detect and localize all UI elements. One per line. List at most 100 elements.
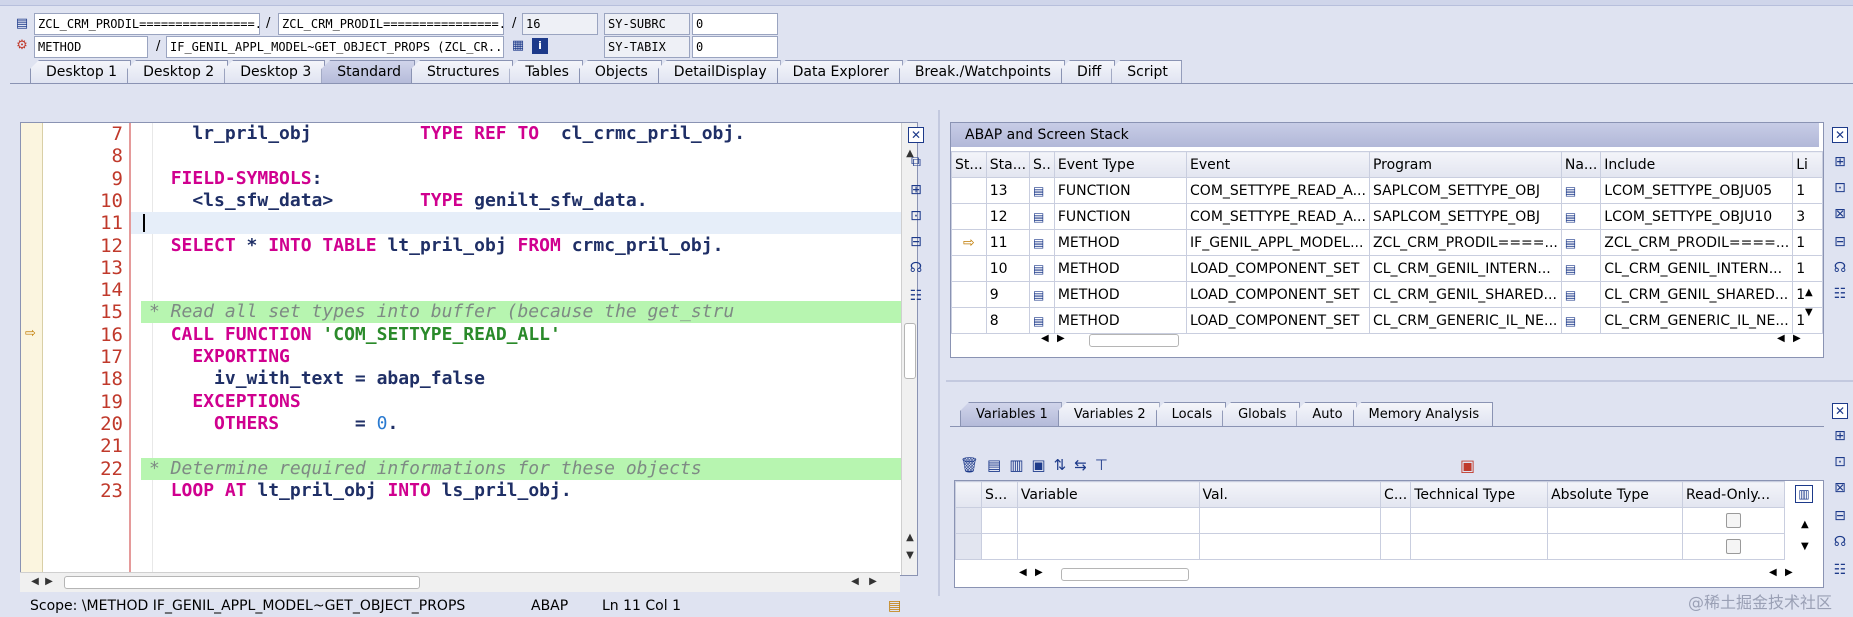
- sort-icon[interactable]: ⇅: [1054, 456, 1067, 474]
- maximize-icon[interactable]: ⊡: [1830, 178, 1850, 198]
- column-header[interactable]: Event Type: [1053, 151, 1188, 178]
- scroll-left-icon[interactable]: ◀: [1769, 567, 1777, 578]
- new-window-icon[interactable]: ⧉: [906, 152, 926, 172]
- column-header[interactable]: Program: [1368, 151, 1562, 178]
- tab-auto[interactable]: Auto: [1296, 402, 1357, 426]
- export-icon[interactable]: ▥: [1009, 456, 1023, 474]
- tab-data-explorer[interactable]: Data Explorer: [776, 60, 903, 84]
- tab-variables-1[interactable]: Variables 1: [960, 402, 1062, 426]
- split-icon[interactable]: ⊟: [1830, 232, 1850, 252]
- splitter[interactable]: [946, 380, 1853, 382]
- scroll-thumb[interactable]: [1061, 568, 1189, 581]
- table-row[interactable]: 8 ▤ METHOD LOAD_COMPONENT_SET CL_CRM_GENERIC…: [951, 307, 1823, 334]
- maximize-icon[interactable]: ⊡: [1830, 452, 1850, 472]
- tab-standard[interactable]: Standard: [321, 60, 415, 84]
- column-header[interactable]: Sta...: [985, 151, 1031, 178]
- scroll-right-icon[interactable]: ▶: [1793, 333, 1801, 344]
- scroll-up-icon[interactable]: ▲: [1805, 287, 1813, 298]
- scroll-left-icon[interactable]: ◀: [1041, 333, 1049, 344]
- code-editor[interactable]: 7 lr_pril_obj TYPE REF TO cl_crmc_pril_o…: [20, 122, 918, 576]
- scroll-left-icon[interactable]: ◀: [1777, 333, 1785, 344]
- scroll-right-icon[interactable]: ▶: [1057, 333, 1065, 344]
- column-header[interactable]: Technical Type: [1410, 481, 1549, 508]
- maximize-icon[interactable]: ⊡: [906, 206, 926, 226]
- column-header[interactable]: Val.: [1198, 481, 1382, 508]
- scroll-left-icon[interactable]: ◀: [848, 575, 862, 589]
- scroll-left-icon[interactable]: ◀: [28, 575, 42, 589]
- transfer-icon[interactable]: ⇆: [1074, 456, 1087, 474]
- tab-desktop-1[interactable]: Desktop 1: [30, 60, 132, 84]
- swap-icon[interactable]: ☊: [1830, 258, 1850, 278]
- table-row[interactable]: 13 ▤ FUNCTION COM_SETTYPE_READ_A... SAPLCOM_…: [951, 177, 1823, 204]
- filter-icon[interactable]: ⊤: [1095, 456, 1108, 474]
- scroll-left-icon[interactable]: ◀: [1019, 567, 1027, 578]
- tab-objects[interactable]: Objects: [578, 60, 662, 84]
- tab-memory-analysis[interactable]: Memory Analysis: [1352, 402, 1494, 426]
- tab-script[interactable]: Script: [1111, 60, 1182, 84]
- table-row[interactable]: ⇨ 11 ▤ METHOD IF_GENIL_APPL_MODEL... ZCL_CRM_…: [951, 229, 1823, 256]
- column-header[interactable]: St...: [951, 151, 987, 178]
- column-header[interactable]: Event: [1186, 151, 1370, 178]
- scroll-right-icon[interactable]: ▶: [1785, 567, 1793, 578]
- include-field[interactable]: ZCL_CRM_PRODIL================...: [278, 13, 504, 35]
- column-header[interactable]: Na...: [1560, 151, 1602, 178]
- table-row[interactable]: 12 ▤ FUNCTION COM_SETTYPE_READ_A... SAPLCOM_…: [951, 203, 1823, 230]
- import-icon[interactable]: ▤: [987, 456, 1001, 474]
- column-header[interactable]: Absolute Type: [1547, 481, 1683, 508]
- scroll-down-icon[interactable]: ▼: [1801, 541, 1809, 552]
- scroll-thumb[interactable]: [1089, 334, 1179, 347]
- tool-icon[interactable]: ☷: [1830, 284, 1850, 304]
- close-variables-icon[interactable]: ✕: [1832, 403, 1848, 419]
- delete-icon[interactable]: 🗑: [960, 456, 979, 474]
- scroll-up-icon[interactable]: ▲: [903, 531, 917, 545]
- table-row[interactable]: 10 ▤ METHOD LOAD_COMPONENT_SET CL_CRM_GENIL_…: [951, 255, 1823, 282]
- scroll-right-icon[interactable]: ▶: [866, 575, 880, 589]
- read-only-checkbox[interactable]: [1725, 539, 1741, 554]
- tab-diff[interactable]: Diff: [1060, 60, 1116, 84]
- close-stack-icon[interactable]: ✕: [1832, 127, 1848, 143]
- save-icon[interactable]: ▣: [1460, 456, 1475, 475]
- scroll-thumb[interactable]: [904, 323, 916, 379]
- scroll-up-icon[interactable]: ▲: [1801, 519, 1809, 530]
- column-header[interactable]: Li: [1792, 151, 1823, 178]
- notes-icon[interactable]: ▤: [888, 596, 901, 617]
- table-row[interactable]: [955, 507, 1786, 534]
- column-header[interactable]: Include: [1600, 151, 1794, 178]
- info-icon[interactable]: i: [532, 38, 548, 54]
- tab-tables[interactable]: Tables: [509, 60, 583, 84]
- column-header[interactable]: Read-Only...: [1681, 481, 1786, 508]
- tab-variables-2[interactable]: Variables 2: [1057, 402, 1160, 426]
- expand-icon[interactable]: ⊠: [1830, 204, 1850, 224]
- split-icon[interactable]: ⊟: [906, 232, 926, 252]
- swap-icon[interactable]: ☊: [906, 258, 926, 278]
- navigate-icon[interactable]: ▦: [510, 38, 526, 54]
- read-only-checkbox[interactable]: [1725, 513, 1741, 528]
- scroll-down-icon[interactable]: ▼: [1805, 307, 1813, 318]
- scroll-right-icon[interactable]: ▶: [42, 575, 56, 589]
- swap-icon[interactable]: ☊: [1830, 532, 1850, 552]
- split-icon[interactable]: ⊟: [1830, 506, 1850, 526]
- tab-structures[interactable]: Structures: [410, 60, 514, 84]
- scroll-thumb[interactable]: [64, 576, 420, 589]
- tool-icon[interactable]: ☷: [906, 286, 926, 306]
- column-header[interactable]: S..: [1029, 151, 1055, 178]
- tab-break-watchpoints[interactable]: Break./Watchpoints: [898, 60, 1065, 84]
- scroll-down-icon[interactable]: ▼: [903, 549, 917, 563]
- column-header[interactable]: Variable: [1016, 481, 1200, 508]
- tab-desktop-2[interactable]: Desktop 2: [127, 60, 229, 84]
- editor-horizontal-scrollbar[interactable]: ◀ ▶ ◀ ▶: [20, 572, 900, 592]
- tab-globals[interactable]: Globals: [1222, 402, 1301, 426]
- code-line[interactable]: 23 LOOP AT lt_pril_obj INTO ls_pril_obj.: [21, 480, 901, 506]
- hierarchy-icon[interactable]: ⊞: [1830, 152, 1850, 172]
- table-row[interactable]: 9 ▤ METHOD LOAD_COMPONENT_SET CL_CRM_GENIL_S…: [951, 281, 1823, 308]
- tab-detaildisplay[interactable]: DetailDisplay: [657, 60, 781, 84]
- column-header[interactable]: S...: [980, 481, 1018, 508]
- method-name-field[interactable]: IF_GENIL_APPL_MODEL~GET_OBJECT_PROPS (ZC…: [166, 36, 504, 58]
- column-header[interactable]: C...: [1380, 481, 1412, 508]
- splitter[interactable]: [938, 110, 940, 596]
- close-editor-icon[interactable]: ✕: [908, 127, 924, 143]
- expand-icon[interactable]: ⊠: [1830, 478, 1850, 498]
- copy-icon[interactable]: ▣: [1031, 456, 1045, 474]
- scroll-right-icon[interactable]: ▶: [1035, 567, 1043, 578]
- tab-desktop-3[interactable]: Desktop 3: [224, 60, 326, 84]
